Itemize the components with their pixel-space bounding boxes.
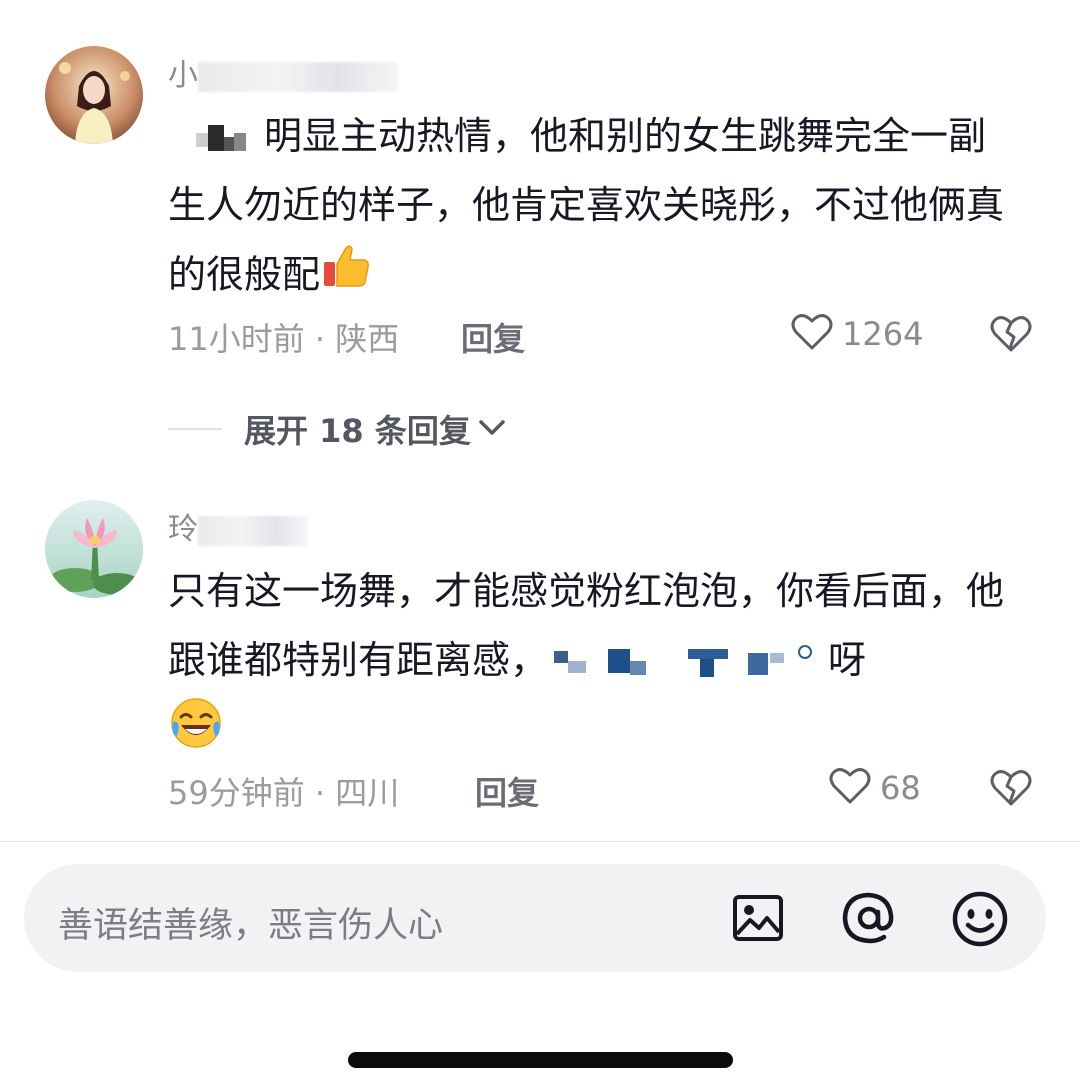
expand-divider	[168, 428, 222, 430]
blurred-username	[198, 61, 398, 92]
avatar[interactable]	[45, 46, 143, 144]
heart-icon	[828, 764, 872, 812]
comment-username[interactable]: 玲	[168, 504, 308, 548]
blurred-username	[198, 515, 308, 546]
dislike-button[interactable]	[988, 765, 1034, 813]
chevron-down-icon	[477, 415, 507, 443]
smiley-icon[interactable]	[951, 890, 1009, 952]
avatar[interactable]	[45, 500, 143, 598]
heart-icon	[790, 310, 834, 358]
like-button[interactable]: 68	[828, 764, 921, 812]
at-icon[interactable]	[840, 890, 898, 950]
comment-username[interactable]: 小	[168, 50, 398, 94]
comment-text: 明显主动热情，他和别的女生跳舞完全一副生人勿近的样子，他肯定喜欢关晓彤，不过他俩…	[168, 102, 1018, 314]
expand-replies[interactable]: 展开 18 条回复	[168, 404, 507, 454]
divider	[0, 841, 1080, 842]
broken-heart-icon	[988, 770, 1034, 813]
redacted-mosaic	[168, 119, 264, 159]
like-count: 68	[880, 769, 921, 807]
thumbs-up-icon	[320, 240, 372, 314]
reply-button[interactable]: 回复	[475, 768, 539, 814]
laughing-crying-icon	[168, 695, 224, 773]
reply-button[interactable]: 回复	[461, 314, 525, 360]
expand-replies-label: 展开 18 条回复	[244, 412, 471, 450]
dislike-button[interactable]	[988, 311, 1034, 359]
redacted-mosaic	[548, 643, 828, 683]
comment-meta: 59分钟前 · 四川	[168, 774, 400, 812]
comment-meta: 11小时前 · 陕西	[168, 320, 400, 358]
home-indicator[interactable]	[348, 1052, 733, 1068]
image-icon[interactable]	[730, 890, 786, 950]
like-button[interactable]: 1264	[790, 310, 923, 358]
comment-text: 只有这一场舞，才能感觉粉红泡泡，你看后面，他跟谁都特别有距离感， 呀	[168, 557, 1018, 773]
like-count: 1264	[842, 315, 924, 353]
comment-input-bar[interactable]: 善语结善缘，恶言伤人心	[24, 864, 1046, 972]
broken-heart-icon	[988, 316, 1034, 359]
comment-input[interactable]: 善语结善缘，恶言伤人心	[58, 897, 443, 948]
